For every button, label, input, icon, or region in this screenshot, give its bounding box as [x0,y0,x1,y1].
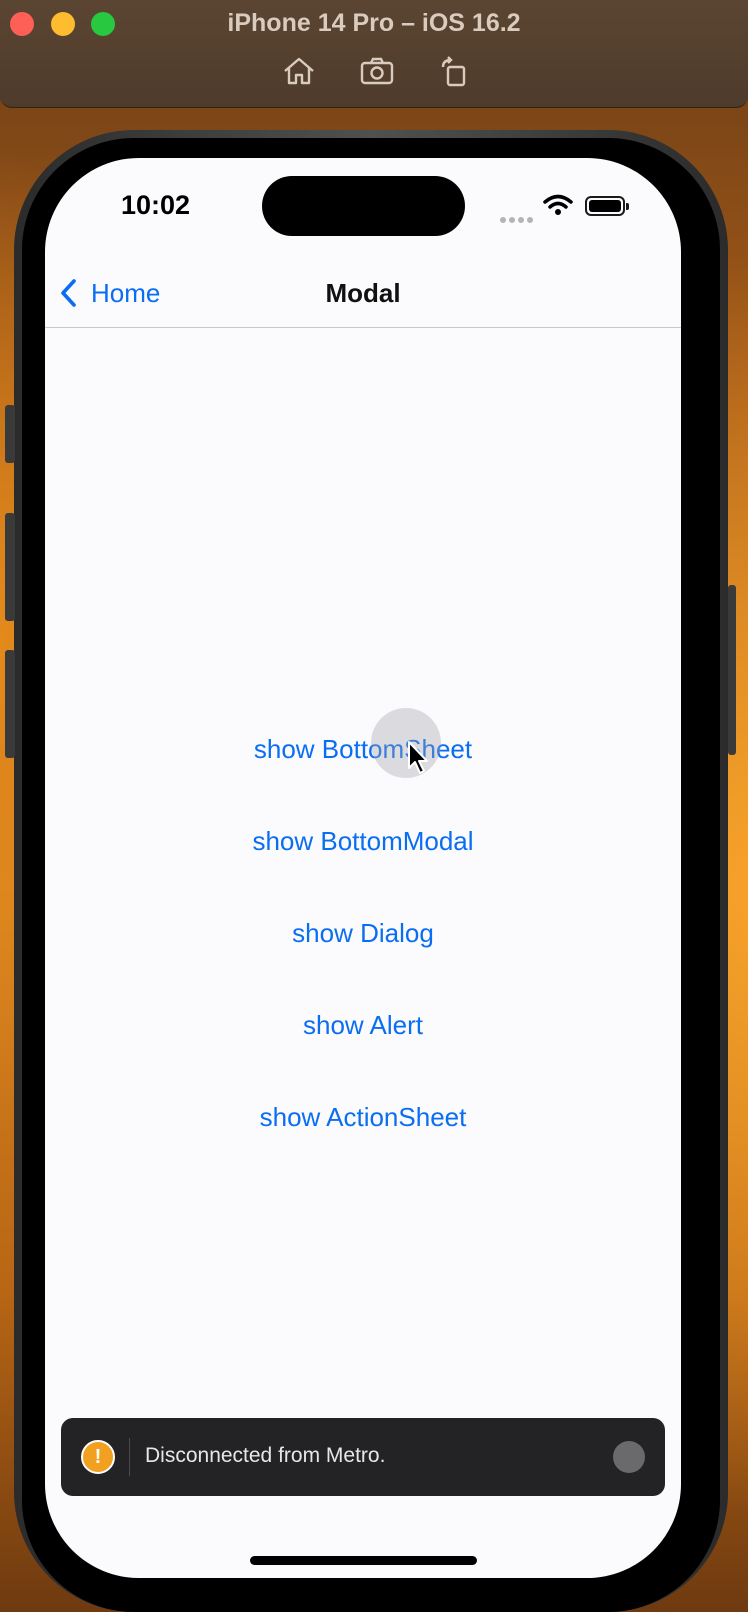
toast-dismiss-button[interactable] [613,1441,645,1473]
battery-icon [585,196,629,216]
show-dialog-button[interactable]: show Dialog [45,918,681,949]
device-screen: 10:02 Home Modal show BottomSheet show B… [45,158,681,1578]
cellular-signal-icon [500,210,536,228]
dynamic-island [262,176,465,236]
home-indicator[interactable] [250,1556,477,1565]
screenshot-icon[interactable] [359,55,395,87]
show-alert-button[interactable]: show Alert [45,1010,681,1041]
mouse-pointer-icon [408,741,428,774]
warning-icon: ! [81,1440,115,1474]
window-title: iPhone 14 Pro – iOS 16.2 [227,9,521,37]
metro-toast[interactable]: ! Disconnected from Metro. [61,1418,665,1496]
show-bottommodal-button[interactable]: show BottomModal [45,826,681,857]
show-bottomsheet-button[interactable]: show BottomSheet [45,734,681,765]
action-button [5,405,15,463]
show-actionsheet-button[interactable]: show ActionSheet [45,1102,681,1133]
rotate-icon[interactable] [437,55,473,87]
status-time: 10:02 [121,190,191,220]
power-button [728,585,736,755]
wifi-icon [543,194,573,216]
navigation-bar: Home Modal [45,258,681,328]
simulator-title-bar: iPhone 14 Pro – iOS 16.2 [0,0,748,108]
toast-message: Disconnected from Metro. [145,1444,386,1467]
volume-down-button [5,650,15,758]
home-icon[interactable] [281,55,317,87]
page-title: Modal [325,278,401,308]
volume-up-button [5,513,15,621]
toast-divider [129,1438,130,1476]
